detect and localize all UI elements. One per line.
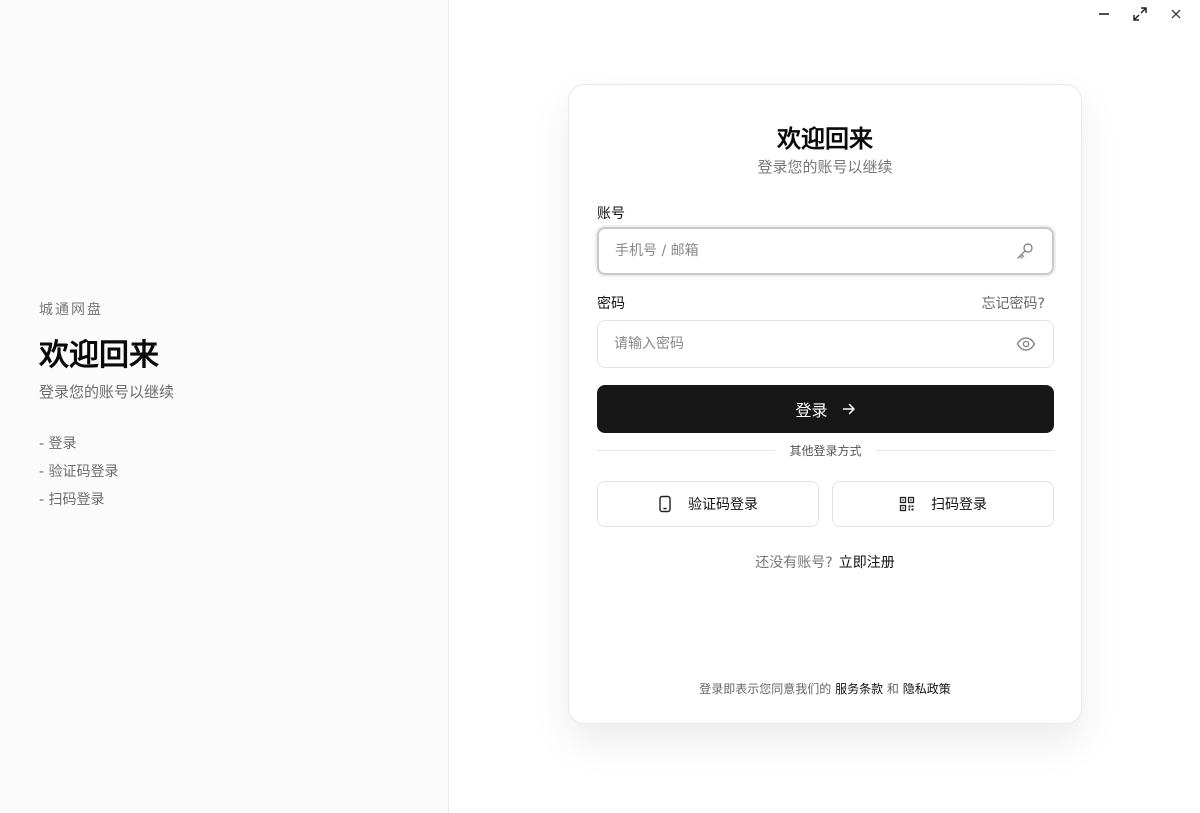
password-input[interactable]: [614, 321, 1004, 367]
terms-prefix: 登录即表示您同意我们的: [699, 682, 832, 696]
left-title: 欢迎回来: [39, 338, 159, 373]
close-button[interactable]: [1162, 4, 1190, 24]
minimize-icon: [1099, 13, 1109, 15]
minimize-button[interactable]: [1090, 4, 1118, 24]
password-field: [597, 320, 1054, 368]
forgot-password-link[interactable]: 忘记密码?: [982, 293, 1045, 313]
signup-prompt: 还没有账号?: [755, 555, 833, 571]
key-icon[interactable]: [1014, 240, 1036, 262]
login-card: 欢迎回来 登录您的账号以继续 账号 密码 忘记密码?: [568, 84, 1082, 724]
maximize-button[interactable]: [1126, 4, 1154, 24]
qr-code-icon: [899, 496, 915, 512]
window-controls: [1090, 4, 1190, 24]
maximize-icon: [1133, 7, 1147, 21]
password-label: 密码: [597, 296, 625, 312]
login-button-label: 登录: [795, 401, 828, 420]
feature-item: - 验证码登录: [39, 464, 119, 480]
card-subtitle: 登录您的账号以继续: [757, 158, 893, 176]
eye-icon[interactable]: [1015, 333, 1037, 355]
brand-name: 城通网盘: [39, 302, 103, 318]
close-icon: [1171, 9, 1181, 19]
feature-list: - 登录 - 验证码登录 - 扫码登录: [39, 435, 119, 519]
account-label: 账号: [597, 206, 625, 222]
account-input[interactable]: [615, 229, 1005, 273]
login-button[interactable]: 登录: [597, 385, 1054, 433]
sms-login-label: 验证码登录: [688, 497, 758, 513]
divider-line: [876, 450, 1054, 451]
alt-login-divider: 其他登录方式: [597, 441, 1054, 459]
terms-and: 和: [886, 682, 899, 696]
signup-link[interactable]: 立即注册: [839, 555, 895, 571]
qr-login-button[interactable]: 扫码登录: [832, 481, 1054, 527]
left-subtitle: 登录您的账号以继续: [39, 383, 175, 401]
sms-login-button[interactable]: 验证码登录: [597, 481, 819, 527]
privacy-policy-link[interactable]: 隐私政策: [903, 682, 951, 696]
card-title: 欢迎回来: [777, 125, 873, 153]
phone-icon: [659, 495, 671, 513]
signup-row: 还没有账号? 立即注册: [569, 552, 1081, 572]
feature-item: - 扫码登录: [39, 492, 105, 508]
qr-login-label: 扫码登录: [931, 497, 987, 513]
left-brand-panel: 城通网盘 欢迎回来 登录您的账号以继续 - 登录 - 验证码登录 - 扫码登录: [0, 0, 449, 813]
terms-of-service-link[interactable]: 服务条款: [835, 682, 883, 696]
arrow-right-icon: [842, 403, 855, 415]
terms-row: 登录即表示您同意我们的 服务条款 和 隐私政策: [569, 680, 1081, 697]
feature-item: - 登录: [39, 436, 77, 452]
account-field: [597, 227, 1054, 275]
login-window: 城通网盘 欢迎回来 登录您的账号以继续 - 登录 - 验证码登录 - 扫码登录 …: [0, 0, 1200, 813]
